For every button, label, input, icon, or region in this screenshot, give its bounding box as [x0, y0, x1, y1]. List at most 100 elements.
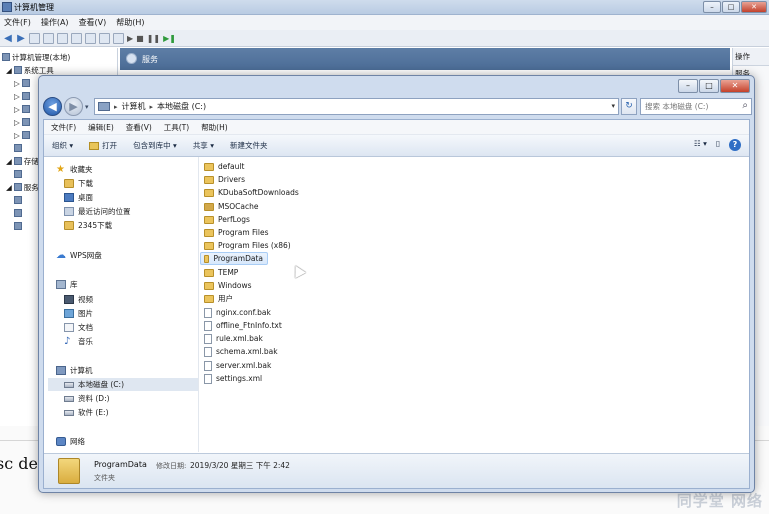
- bg-maximize-button[interactable]: □: [722, 1, 740, 13]
- menu-edit[interactable]: 编辑(E): [88, 122, 114, 133]
- list-item-hovered[interactable]: ProgramData: [200, 252, 268, 265]
- tree-item-5[interactable]: ▷: [14, 129, 30, 141]
- tree-item-9[interactable]: [14, 207, 22, 219]
- nav-favorites[interactable]: ★ 收藏夹: [56, 163, 93, 176]
- expand-icon[interactable]: ▷: [14, 105, 20, 114]
- breadcrumb-computer[interactable]: 计算机: [122, 101, 146, 112]
- nav-network[interactable]: 网络: [56, 435, 85, 448]
- open-button[interactable]: 打开: [89, 140, 117, 151]
- search-icon[interactable]: ⌕: [742, 100, 748, 111]
- nav-libraries[interactable]: 库: [56, 278, 78, 291]
- bg-view-icon[interactable]: [113, 32, 124, 44]
- list-item[interactable]: TEMP: [204, 266, 242, 279]
- bg-back-arrow-icon[interactable]: ◀: [3, 33, 13, 44]
- list-item[interactable]: server.xml.bak: [204, 359, 275, 372]
- expand-icon[interactable]: ▷: [14, 131, 20, 140]
- nav-computer[interactable]: 计算机: [56, 364, 93, 377]
- bg-forward-arrow-icon[interactable]: ▶: [16, 33, 26, 44]
- share-button[interactable]: 共享 ▾: [193, 140, 214, 151]
- tree-item-2[interactable]: ▷: [14, 90, 30, 102]
- back-button[interactable]: ◀: [43, 97, 62, 116]
- explorer-minimize-button[interactable]: –: [678, 79, 698, 93]
- tree-item-10[interactable]: [14, 220, 22, 232]
- bg-properties-icon[interactable]: [57, 32, 68, 44]
- tree-item-4[interactable]: ▷: [14, 116, 30, 128]
- nav-documents[interactable]: 文档: [64, 321, 93, 334]
- nav-music[interactable]: ♪ 音乐: [64, 335, 93, 348]
- nav-downloads[interactable]: 下载: [64, 177, 93, 190]
- nav-pictures[interactable]: 图片: [64, 307, 93, 320]
- menu-file[interactable]: 文件(F): [51, 122, 76, 133]
- tree-item-7[interactable]: [14, 168, 22, 180]
- list-item[interactable]: Program Files: [204, 226, 273, 239]
- tree-item-services[interactable]: ◢ 服务: [6, 181, 39, 193]
- expand-icon[interactable]: ▷: [14, 79, 20, 88]
- search-input[interactable]: [641, 99, 733, 114]
- nav-desktop[interactable]: 桌面: [64, 191, 93, 204]
- menu-help[interactable]: 帮助(H): [201, 122, 228, 133]
- bg-menu-file[interactable]: 文件(F): [4, 17, 31, 28]
- list-item[interactable]: KDubaSoftDownloads: [204, 186, 303, 199]
- recent-pages-dropdown-icon[interactable]: ▾: [85, 103, 89, 111]
- list-item[interactable]: schema.xml.bak: [204, 345, 282, 358]
- collapse-icon[interactable]: ◢: [6, 183, 12, 192]
- list-item[interactable]: PerfLogs: [204, 213, 254, 226]
- bg-refresh-icon[interactable]: [71, 32, 82, 44]
- new-folder-button[interactable]: 新建文件夹: [230, 140, 268, 151]
- tree-item-6[interactable]: [14, 142, 22, 154]
- list-item[interactable]: Windows: [204, 279, 255, 292]
- bg-menu-action[interactable]: 操作(A): [41, 17, 69, 28]
- bg-show-tree-icon[interactable]: [43, 32, 54, 44]
- forward-button[interactable]: ▶: [64, 97, 83, 116]
- bg-play-icon[interactable]: ▶: [127, 34, 133, 43]
- address-bar[interactable]: ▸ 计算机 ▸ 本地磁盘 (C:) ▾: [94, 98, 619, 115]
- bg-menu-help[interactable]: 帮助(H): [116, 17, 144, 28]
- nav-wps-cloud[interactable]: ☁ WPS网盘: [56, 249, 102, 262]
- list-item[interactable]: Program Files (x86): [204, 239, 295, 252]
- expand-icon[interactable]: ▷: [14, 92, 20, 101]
- collapse-icon[interactable]: ◢: [6, 157, 12, 166]
- tree-item-root[interactable]: 计算机管理(本地): [2, 51, 70, 63]
- breadcrumb-separator-icon[interactable]: ▸: [150, 103, 154, 111]
- organize-button[interactable]: 组织 ▾: [52, 140, 73, 151]
- breadcrumb-separator-icon[interactable]: ▸: [114, 103, 118, 111]
- change-view-icon[interactable]: ☷ ▾: [694, 139, 707, 151]
- collapse-icon[interactable]: ◢: [6, 66, 12, 75]
- include-in-library-button[interactable]: 包含到库中 ▾: [133, 140, 177, 151]
- explorer-maximize-button[interactable]: □: [699, 79, 719, 93]
- bg-menu-view[interactable]: 查看(V): [79, 17, 107, 28]
- list-item[interactable]: nginx.conf.bak: [204, 306, 275, 319]
- breadcrumb-drive-c[interactable]: 本地磁盘 (C:): [157, 101, 206, 112]
- list-item[interactable]: 用户: [204, 292, 237, 305]
- expand-icon[interactable]: ▷: [14, 118, 20, 127]
- nav-recent-places[interactable]: 最近访问的位置: [64, 205, 131, 218]
- list-item[interactable]: offline_FtnInfo.txt: [204, 319, 286, 332]
- refresh-button[interactable]: ↻: [621, 98, 637, 115]
- nav-drive-e[interactable]: 软件 (E:): [64, 406, 109, 419]
- nav-drive-c[interactable]: 本地磁盘 (C:): [48, 378, 198, 391]
- bg-help-icon[interactable]: [99, 32, 110, 44]
- tree-item-storage[interactable]: ◢ 存储: [6, 155, 39, 167]
- address-dropdown-icon[interactable]: ▾: [611, 102, 615, 110]
- bg-pause-icon[interactable]: ❚❚: [147, 34, 160, 43]
- nav-videos[interactable]: 视频: [64, 293, 93, 306]
- list-item[interactable]: Drivers: [204, 173, 249, 186]
- bg-minimize-button[interactable]: –: [703, 1, 721, 13]
- nav-drive-d[interactable]: 资料 (D:): [64, 392, 110, 405]
- bg-close-button[interactable]: ✕: [741, 1, 767, 13]
- bg-export-icon[interactable]: [85, 32, 96, 44]
- list-item[interactable]: MSOCache: [204, 200, 262, 213]
- menu-view[interactable]: 查看(V): [126, 122, 152, 133]
- list-item[interactable]: settings.xml: [204, 372, 266, 385]
- help-icon[interactable]: ?: [729, 139, 741, 151]
- tree-item-1[interactable]: ▷: [14, 77, 30, 89]
- tree-item-8[interactable]: [14, 194, 22, 206]
- menu-tools[interactable]: 工具(T): [164, 122, 189, 133]
- bg-restart-icon[interactable]: ▶❚: [163, 34, 176, 43]
- bg-stop-icon[interactable]: ■: [136, 34, 144, 43]
- tree-item-3[interactable]: ▷: [14, 103, 30, 115]
- preview-pane-icon[interactable]: ▯: [716, 139, 720, 151]
- list-item[interactable]: rule.xml.bak: [204, 332, 267, 345]
- list-item[interactable]: default: [204, 160, 248, 173]
- bg-up-icon[interactable]: [29, 32, 40, 44]
